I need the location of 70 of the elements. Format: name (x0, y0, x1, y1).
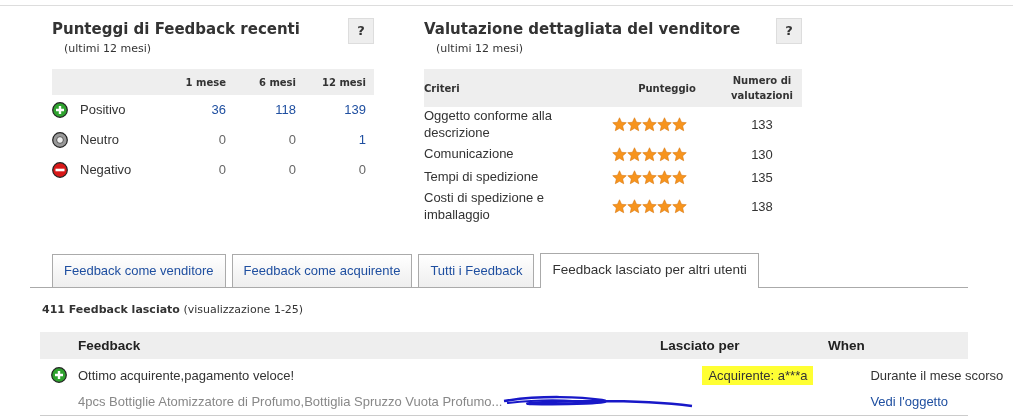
star-icon (612, 146, 627, 162)
star-icon (627, 117, 642, 133)
column-header: Numero di valutazioni (730, 74, 794, 103)
star-icon (642, 199, 657, 215)
help-button[interactable]: ? (776, 18, 802, 44)
rating-label: Positivo (80, 101, 127, 120)
count-value: 0 (218, 132, 226, 148)
panel-title: Valutazione dettagliata del venditore (424, 19, 741, 40)
panel-subtitle: (ultimi 12 mesi) (436, 40, 524, 57)
criterion-label: Costi di spedizione e imballaggio (424, 189, 545, 224)
criterion-label: Oggetto conforme alla descrizione (424, 108, 553, 142)
recipient-label: Acquirente: a***a (702, 366, 814, 386)
tab[interactable]: Feedback lasciato per altri utenti (540, 252, 759, 288)
star-icon (672, 117, 687, 133)
star-icon (627, 146, 642, 162)
panel-subtitle: (ultimi 12 mesi) (64, 40, 152, 57)
star-icon (657, 117, 672, 133)
column-header: Punteggio (637, 81, 697, 96)
feedback-time: Durante il mese scorso (870, 367, 1005, 386)
feedback-comment: Ottimo acquirente,pagamento veloce! (78, 367, 296, 386)
star-icon (612, 199, 627, 215)
item-title: 4pcs Bottiglie Atomizzatore di Profumo,Bottiglia Spruzzo Vuota Profumo... (78, 392, 503, 411)
rating-count: 130 (750, 145, 774, 164)
criterion-label: Comunicazione (424, 145, 515, 163)
criterion-label: Tempi di spedizione (424, 168, 540, 186)
star-icon (672, 146, 687, 162)
tab[interactable]: Feedback come acquirente (231, 254, 413, 287)
column-header: 12 mesi (321, 75, 367, 90)
circle-icon (52, 132, 68, 148)
plus-circle-icon (51, 367, 67, 384)
star-icon (657, 169, 672, 185)
count-value: 0 (288, 162, 296, 178)
count-link[interactable]: 139 (344, 102, 366, 118)
count-value: 0 (218, 162, 226, 178)
rating-count: 138 (750, 197, 774, 216)
column-header: Feedback (78, 336, 142, 355)
star-icon (627, 199, 642, 215)
column-header: When (828, 336, 866, 355)
column-header: Criteri (424, 81, 461, 96)
star-icon (672, 199, 687, 215)
count-link[interactable]: 118 (275, 102, 296, 118)
display-range: (visualizzazione 1-25) (183, 302, 304, 316)
minus-circle-icon (52, 162, 68, 178)
star-icon (642, 169, 657, 185)
count-value: 0 (288, 132, 296, 148)
column-header: 6 mesi (257, 75, 297, 90)
rating-label: Neutro (80, 131, 121, 150)
star-icon (657, 146, 672, 162)
feedback-count: 411 Feedback lasciato (42, 302, 180, 316)
rating-label: Negativo (80, 161, 133, 180)
tab[interactable]: Feedback come venditore (52, 254, 226, 287)
star-icon (657, 199, 672, 215)
star-icon (627, 169, 642, 185)
star-icon (642, 117, 657, 133)
column-header: Lasciato per (660, 336, 741, 355)
star-icon (672, 169, 687, 185)
column-header: 1 mese (184, 75, 227, 90)
help-button[interactable]: ? (348, 18, 374, 44)
star-icon (612, 169, 627, 185)
star-icon (612, 117, 627, 133)
panel-title: Punteggi di Feedback recenti (52, 19, 300, 40)
count-link[interactable]: 36 (211, 102, 226, 118)
rating-count: 133 (750, 116, 774, 135)
count-value: 0 (358, 162, 366, 178)
count-link[interactable]: 1 (358, 132, 366, 148)
star-icon (642, 146, 657, 162)
rating-count: 135 (750, 168, 774, 187)
plus-circle-icon (52, 102, 68, 118)
view-item-link[interactable]: Vedi l'oggetto (870, 391, 949, 412)
tab[interactable]: Tutti i Feedback (418, 254, 535, 287)
